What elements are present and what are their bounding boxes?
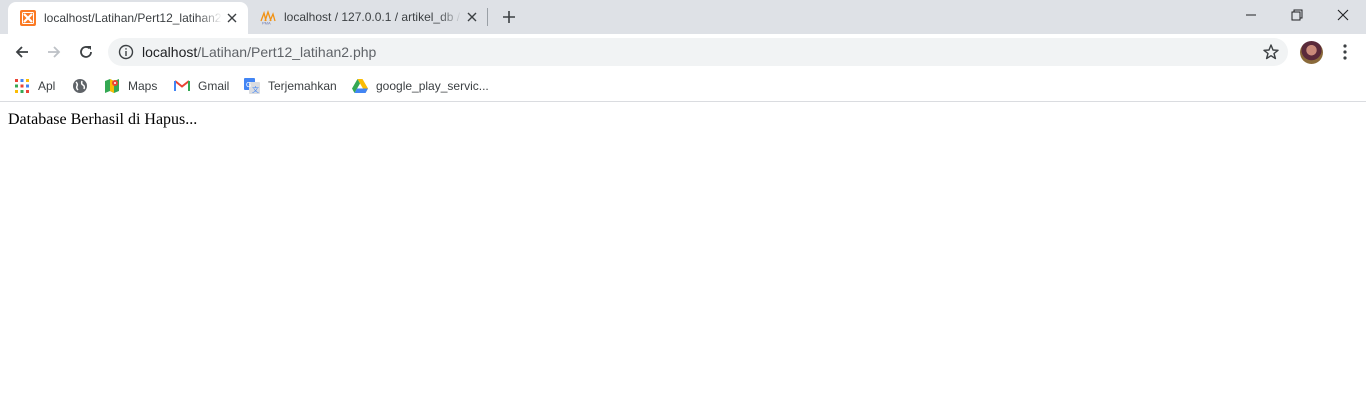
tab-title: localhost / 127.0.0.1 / artikel_db / art… [284,10,462,24]
tab-active[interactable]: localhost/Latihan/Pert12_latihan2.php [8,2,248,34]
svg-text:PMA: PMA [262,21,271,26]
bookmark-translate[interactable]: G文 Terjemahkan [244,75,337,97]
bookmark-globe[interactable] [72,75,96,97]
browser-toolbar: localhost/Latihan/Pert12_latihan2.php [0,34,1366,70]
google-drive-icon [352,78,368,94]
minimize-button[interactable] [1228,0,1274,30]
browser-menu-button[interactable] [1335,42,1355,62]
bookmark-maps[interactable]: Maps [104,75,157,97]
reload-button[interactable] [72,38,100,66]
arrow-left-icon [15,46,28,58]
info-icon[interactable] [118,44,134,60]
bookmark-star-icon[interactable] [1262,43,1280,61]
bookmark-label: google_play_servic... [376,79,489,93]
tab-strip: localhost/Latihan/Pert12_latihan2.php PM… [0,0,1366,34]
minimize-icon [1246,14,1256,16]
address-bar[interactable]: localhost/Latihan/Pert12_latihan2.php [108,38,1288,66]
maps-icon [104,78,120,94]
url-text[interactable]: localhost/Latihan/Pert12_latihan2.php [142,44,376,60]
tab-separator [487,8,488,26]
tab-title-fade [438,8,462,26]
url-host: localhost [142,44,198,60]
xampp-icon [20,10,36,26]
page-message: Database Berhasil di Hapus... [8,111,198,128]
reload-icon [80,46,92,58]
new-tab-button[interactable] [498,6,520,28]
bookmarks-bar: Apl Maps Gmail G文 Terjemahkan google_pla… [0,70,1366,102]
svg-text:文: 文 [252,85,259,94]
bookmark-label: Apl [38,79,56,93]
forward-button[interactable] [40,38,68,66]
apps-grid-icon [14,78,30,94]
bookmark-gmail[interactable]: Gmail [174,75,229,97]
bookmark-label: Maps [128,79,158,93]
bookmark-label: Terjemahkan [268,79,337,93]
close-window-button[interactable] [1320,0,1366,30]
url-path: /Latihan/Pert12_latihan2.php [197,44,377,60]
arrow-right-icon [48,46,61,58]
more-vertical-icon [1343,44,1347,60]
gmail-icon [174,78,190,94]
phpmyadmin-icon: PMA [260,9,276,26]
tab-title: localhost/Latihan/Pert12_latihan2.php [44,11,222,25]
close-tab-icon[interactable] [464,9,480,25]
tab-inactive[interactable]: PMA localhost / 127.0.0.1 / artikel_db /… [248,0,488,34]
close-tab-icon[interactable] [224,10,240,26]
bookmark-google-play-services[interactable]: google_play_servic... [352,75,489,97]
close-icon [1337,9,1349,21]
svg-text:G: G [246,82,251,89]
restore-icon [1291,9,1303,21]
restore-button[interactable] [1274,0,1320,30]
translate-icon: G文 [244,78,260,94]
bookmark-label: Gmail [198,79,230,93]
plus-icon [503,11,515,23]
bookmark-apps[interactable]: Apl [14,75,55,97]
tab-title-fade [198,9,222,27]
globe-icon [72,78,88,94]
back-button[interactable] [8,38,36,66]
profile-avatar[interactable] [1300,41,1323,64]
